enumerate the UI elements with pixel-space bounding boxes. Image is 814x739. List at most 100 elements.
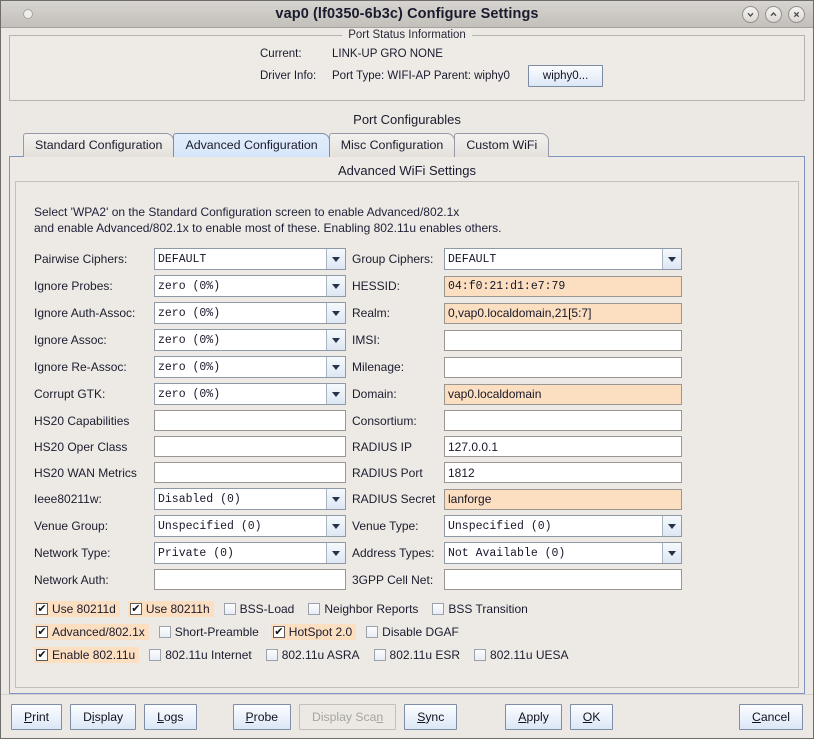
chevron-down-icon[interactable]: [662, 543, 681, 563]
corrupt-gtk-combo[interactable]: zero (0%): [154, 383, 346, 405]
cancel-button[interactable]: Cancel: [739, 703, 803, 730]
3gpp-cell-net-input[interactable]: [444, 569, 682, 590]
venue-type-value: Unspecified (0): [448, 519, 552, 533]
advanced-settings-grid: Pairwise Ciphers: DEFAULT Group Ciphers:…: [34, 248, 780, 590]
checkbox-label: Use 80211h: [145, 602, 210, 616]
address-types-value: Not Available (0): [448, 546, 566, 560]
ignore-probes-combo[interactable]: zero (0%): [154, 275, 346, 297]
realm-input[interactable]: 0,vap0.localdomain,21[5:7]: [444, 302, 682, 324]
tab-misc-configuration[interactable]: Misc Configuration: [328, 133, 456, 157]
chevron-down-icon[interactable]: [326, 330, 345, 350]
domain-label: Domain:: [352, 387, 397, 401]
checkbox-label: Short-Preamble: [174, 625, 259, 639]
print-button[interactable]: Print: [11, 703, 63, 730]
port-status-title: Port Status Information: [342, 29, 472, 41]
chevron-down-icon[interactable]: [326, 276, 345, 296]
minimize-icon[interactable]: [742, 5, 759, 23]
hs20-capabilities-label: HS20 Capabilities: [34, 413, 130, 428]
port-status-panel: Port Status Information Current: LINK-UP…: [9, 29, 805, 101]
chevron-down-icon[interactable]: [326, 249, 345, 269]
chevron-down-icon[interactable]: [662, 249, 681, 269]
ignore-re-assoc-value: zero (0%): [158, 360, 221, 374]
hessid-input[interactable]: 04:f0:21:d1:e7:79: [444, 275, 682, 297]
chevron-down-icon[interactable]: [662, 516, 681, 536]
address-types-combo[interactable]: Not Available (0): [444, 542, 682, 564]
checkbox-box: [265, 649, 278, 661]
pairwise-ciphers-combo[interactable]: DEFAULT: [154, 248, 346, 270]
group-ciphers-combo[interactable]: DEFAULT: [444, 248, 682, 270]
network-auth-input[interactable]: [154, 569, 346, 590]
ok-button[interactable]: OK: [569, 703, 614, 730]
chevron-down-icon[interactable]: [326, 516, 345, 536]
sync-button[interactable]: Sync: [404, 703, 458, 730]
checkbox-hotspot-20[interactable]: ✔ HotSpot 2.0: [270, 624, 357, 640]
chevron-down-icon[interactable]: [326, 384, 345, 404]
close-icon[interactable]: [788, 5, 805, 23]
radius-port-input[interactable]: 1812: [444, 462, 682, 483]
checkbox-80211u-esr[interactable]: 802.11u ESR: [372, 647, 465, 663]
venue-group-combo[interactable]: Unspecified (0): [154, 515, 346, 537]
radius-secret-input[interactable]: lanforge: [444, 488, 682, 510]
checkbox-label: Neighbor Reports: [324, 602, 419, 616]
checkbox-enable-80211u[interactable]: ✔ Enable 802.11u: [34, 647, 140, 663]
checkbox-bss-load[interactable]: BSS-Load: [222, 601, 299, 617]
window-menu-icon[interactable]: [23, 9, 33, 19]
corrupt-gtk-label: Corrupt GTK:: [34, 387, 106, 401]
checkbox-use-80211d[interactable]: ✔ Use 80211d: [34, 601, 120, 617]
radius-port-label: RADIUS Port: [352, 465, 423, 480]
checkbox-80211u-asra[interactable]: 802.11u ASRA: [264, 647, 364, 663]
hs20-wan-metrics-input[interactable]: [154, 462, 346, 483]
checkbox-box: ✔: [36, 625, 48, 638]
checkbox-use-80211h[interactable]: ✔ Use 80211h: [127, 601, 214, 617]
maximize-icon[interactable]: [765, 5, 782, 23]
tab-advanced-configuration[interactable]: Advanced Configuration: [173, 133, 330, 157]
ieee80211w-combo[interactable]: Disabled (0): [154, 488, 346, 510]
hs20-capabilities-input[interactable]: [154, 410, 346, 431]
network-type-combo[interactable]: Private (0): [154, 542, 346, 564]
imsi-input[interactable]: [444, 329, 682, 351]
probe-button[interactable]: Probe: [232, 703, 292, 730]
chevron-down-icon[interactable]: [326, 303, 345, 323]
checkbox-advanced-8021x[interactable]: ✔ Advanced/802.1x: [34, 624, 149, 640]
checkbox-box: [223, 603, 236, 615]
checkbox-box: [158, 626, 171, 638]
domain-input[interactable]: vap0.localdomain: [444, 383, 682, 405]
checkbox-bss-transition[interactable]: BSS Transition: [430, 601, 531, 617]
ieee80211w-label: Ieee80211w:: [34, 492, 102, 506]
checkbox-80211u-uesa[interactable]: 802.11u UESA: [472, 647, 573, 663]
checkbox-label: Enable 802.11u: [52, 648, 136, 662]
tab-standard-configuration[interactable]: Standard Configuration: [23, 133, 175, 157]
checkbox-label: Disable DGAF: [382, 625, 459, 639]
hs20-oper-class-input[interactable]: [154, 436, 346, 457]
checkbox-short-preamble[interactable]: Short-Preamble: [157, 624, 263, 640]
wiphy0-button[interactable]: wiphy0...: [527, 65, 604, 87]
chevron-down-icon[interactable]: [326, 543, 345, 563]
tab-custom-wifi[interactable]: Custom WiFi: [454, 133, 550, 157]
ignore-auth-assoc-value: zero (0%): [158, 306, 221, 320]
current-label: Current:: [260, 48, 302, 60]
display-button[interactable]: Display: [70, 703, 137, 730]
realm-label: Realm:: [352, 306, 391, 320]
ignore-auth-assoc-combo[interactable]: zero (0%): [154, 302, 346, 324]
ignore-re-assoc-combo[interactable]: zero (0%): [154, 356, 346, 378]
configuration-tabs: Standard Configuration Advanced Configur…: [9, 133, 805, 157]
chevron-down-icon[interactable]: [326, 357, 345, 377]
checkbox-label: 802.11u ESR: [389, 648, 461, 662]
milenage-input[interactable]: [444, 356, 682, 378]
venue-type-combo[interactable]: Unspecified (0): [444, 515, 682, 537]
checkbox-disable-dgaf[interactable]: Disable DGAF: [364, 624, 463, 640]
address-types-label: Address Types:: [352, 546, 435, 560]
driver-info-value: Port Type: WIFI-AP Parent: wiphy0: [332, 70, 510, 82]
consortium-input[interactable]: [444, 410, 682, 431]
apply-button[interactable]: Apply: [505, 703, 562, 730]
ignore-assoc-combo[interactable]: zero (0%): [154, 329, 346, 351]
radius-ip-input[interactable]: 127.0.0.1: [444, 436, 682, 457]
checkbox-label: 802.11u UESA: [490, 648, 569, 662]
checkbox-neighbor-reports[interactable]: Neighbor Reports: [306, 601, 422, 617]
chevron-down-icon[interactable]: [326, 489, 345, 509]
checkbox-80211u-internet[interactable]: 802.11u Internet: [147, 647, 256, 663]
current-value: LINK-UP GRO NONE: [332, 48, 443, 60]
milenage-label: Milenage:: [352, 360, 405, 374]
checkbox-box: ✔: [272, 625, 285, 638]
logs-button[interactable]: Logs: [144, 703, 197, 730]
